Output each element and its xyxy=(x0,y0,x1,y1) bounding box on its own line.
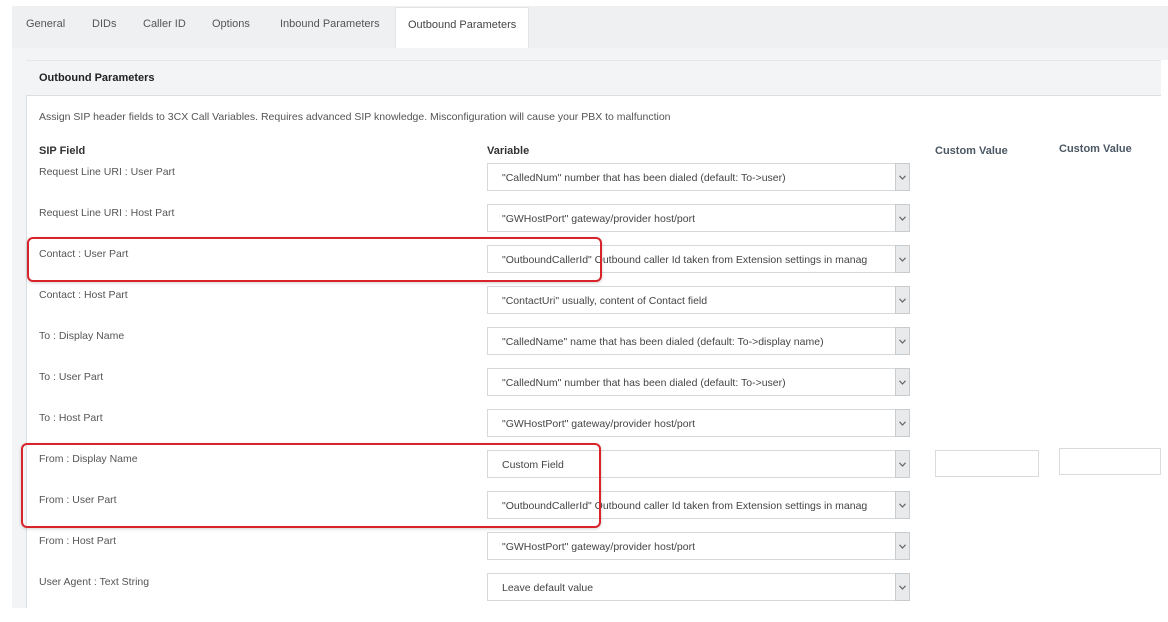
custom-value-input-2[interactable] xyxy=(1059,448,1161,475)
chevron-down-icon[interactable] xyxy=(895,573,910,601)
variable-select-from-host-part[interactable]: "GWHostPort" gateway/provider host/port xyxy=(487,532,910,560)
chevron-down-icon[interactable] xyxy=(895,409,910,437)
variable-select-value: "OutboundCallerId" Outbound caller Id ta… xyxy=(502,254,868,266)
variable-select-value: "ContactUri" usually, content of Contact… xyxy=(502,295,708,307)
sip-field-label-to-host-part: To : Host Part xyxy=(39,412,103,424)
column-header-variable: Variable xyxy=(487,145,530,157)
variable-select-to-display-name[interactable]: "CalledName" name that has been dialed (… xyxy=(487,327,910,355)
tab-outbound-parameters[interactable]: Outbound Parameters xyxy=(395,7,530,48)
variable-select-to-host-part[interactable]: "GWHostPort" gateway/provider host/port xyxy=(487,409,910,437)
variable-select-value: "GWHostPort" gateway/provider host/port xyxy=(502,418,696,430)
tab-general[interactable]: General xyxy=(26,18,65,30)
sip-field-label-user-agent-text-string: User Agent : Text String xyxy=(39,576,150,588)
variable-select-to-user-part[interactable]: "CalledNum" number that has been dialed … xyxy=(487,368,910,396)
sip-field-label-from-display-name: From : Display Name xyxy=(39,453,138,465)
column-header-custom-value-2: Custom Value xyxy=(1059,143,1132,155)
tab-caller-id[interactable]: Caller ID xyxy=(143,18,186,30)
variable-select-value: "CalledName" name that has been dialed (… xyxy=(502,336,824,348)
chevron-down-icon[interactable] xyxy=(895,163,910,191)
variable-select-value: "GWHostPort" gateway/provider host/port xyxy=(502,213,696,225)
sip-field-label-from-user-part: From : User Part xyxy=(39,494,117,506)
sip-field-label-request-line-uri-user-part: Request Line URI : User Part xyxy=(39,166,175,178)
chevron-down-icon[interactable] xyxy=(895,450,910,478)
variable-select-user-agent-text-string[interactable]: Leave default value xyxy=(487,573,910,601)
chevron-down-icon[interactable] xyxy=(895,245,910,273)
tab-inbound-parameters[interactable]: Inbound Parameters xyxy=(280,18,380,30)
custom-value-input-1[interactable] xyxy=(935,450,1039,477)
variable-select-value: "CalledNum" number that has been dialed … xyxy=(502,377,786,389)
sip-field-label-to-user-part: To : User Part xyxy=(39,371,104,383)
variable-select-value: Leave default value xyxy=(502,582,594,594)
variable-select-value: "CalledNum" number that has been dialed … xyxy=(502,172,786,184)
variable-select-contact-user-part[interactable]: "OutboundCallerId" Outbound caller Id ta… xyxy=(487,245,910,273)
panel-header xyxy=(26,60,1161,96)
chevron-down-icon[interactable] xyxy=(895,204,910,232)
panel-description: Assign SIP header fields to 3CX Call Var… xyxy=(39,111,671,123)
sip-field-label-to-display-name: To : Display Name xyxy=(39,330,125,342)
chevron-down-icon[interactable] xyxy=(895,368,910,396)
variable-select-request-line-uri-host-part[interactable]: "GWHostPort" gateway/provider host/port xyxy=(487,204,910,232)
variable-select-request-line-uri-user-part[interactable]: "CalledNum" number that has been dialed … xyxy=(487,163,910,191)
chevron-down-icon[interactable] xyxy=(895,327,910,355)
sip-field-label-contact-host-part: Contact : Host Part xyxy=(39,289,128,301)
variable-select-value: "OutboundCallerId" Outbound caller Id ta… xyxy=(502,500,868,512)
variable-select-from-display-name[interactable]: Custom Field xyxy=(487,450,910,478)
column-header-sip-field: SIP Field xyxy=(39,145,86,157)
tab-dids[interactable]: DIDs xyxy=(92,18,116,30)
chevron-down-icon[interactable] xyxy=(895,286,910,314)
chevron-down-icon[interactable] xyxy=(895,532,910,560)
panel-title: Outbound Parameters xyxy=(39,72,155,84)
variable-select-contact-host-part[interactable]: "ContactUri" usually, content of Contact… xyxy=(487,286,910,314)
sip-field-label-contact-user-part: Contact : User Part xyxy=(39,248,129,260)
variable-select-value: "GWHostPort" gateway/provider host/port xyxy=(502,541,696,553)
variable-select-value: Custom Field xyxy=(502,459,564,471)
column-header-custom-value-1: Custom Value xyxy=(935,145,1008,157)
sip-field-label-from-host-part: From : Host Part xyxy=(39,535,117,547)
sip-field-label-request-line-uri-host-part: Request Line URI : Host Part xyxy=(39,207,175,219)
tab-options[interactable]: Options xyxy=(212,18,250,30)
chevron-down-icon[interactable] xyxy=(895,491,910,519)
variable-select-from-user-part[interactable]: "OutboundCallerId" Outbound caller Id ta… xyxy=(487,491,910,519)
